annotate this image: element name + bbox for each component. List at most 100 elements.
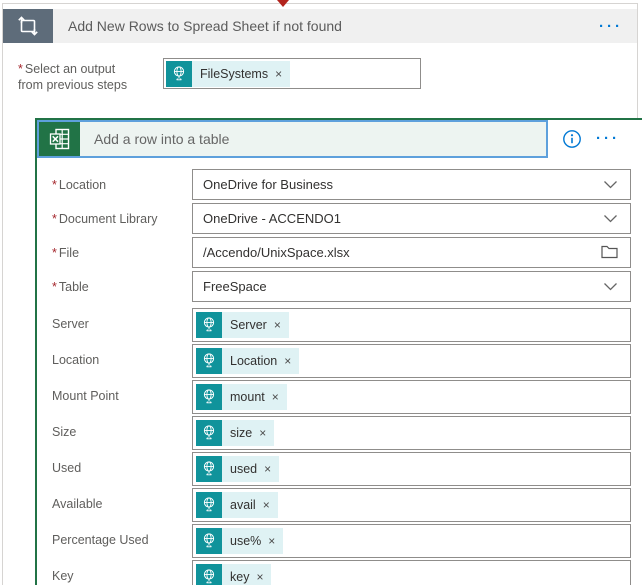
dynamic-content-token[interactable]: FileSystems ×	[166, 60, 291, 87]
dynamic-content-globe-icon	[196, 311, 222, 338]
field-row-document-library: * Document Library OneDrive - ACCENDO1	[52, 202, 631, 234]
excel-menu-button[interactable]: ···	[582, 130, 634, 147]
dynamic-content-globe-icon	[196, 455, 222, 482]
token-chip: Location ×	[222, 347, 300, 374]
info-icon[interactable]	[562, 129, 582, 149]
field-label: * Location	[52, 177, 107, 192]
dropdown-field[interactable]: FreeSpace	[192, 270, 631, 302]
dynamic-content-token[interactable]: key ×	[196, 563, 272, 585]
dynamic-content-globe-icon	[196, 347, 222, 374]
token-chip: use% ×	[222, 527, 284, 554]
loop-icon	[3, 9, 53, 43]
token-remove-icon[interactable]: ×	[272, 391, 279, 403]
field-label: Size	[52, 424, 77, 439]
field-label: Key	[52, 568, 74, 583]
token-remove-icon[interactable]: ×	[256, 571, 263, 583]
token-chip: size ×	[222, 419, 275, 446]
field-row-mount-point: Mount Point mount ×	[52, 379, 631, 414]
token-chip: mount ×	[222, 383, 287, 410]
output-selector-label: * Select an output from previous steps	[18, 62, 128, 93]
output-selector-row: * Select an output from previous steps F…	[18, 58, 637, 94]
token-chip: Server ×	[222, 311, 289, 338]
token-chip: FileSystems ×	[192, 60, 291, 87]
token-remove-icon[interactable]: ×	[275, 68, 282, 80]
token-label: key	[230, 569, 250, 584]
dynamic-content-token[interactable]: size ×	[196, 419, 275, 446]
dynamic-content-globe-icon	[196, 419, 222, 446]
excel-action-parameters: * Location OneDrive for Business * Documen…	[37, 158, 642, 585]
action-title: Add a row into a table	[94, 130, 230, 147]
required-asterisk: *	[52, 177, 57, 192]
field-label: * Table	[52, 279, 89, 294]
action-title-field[interactable]: Add a row into a table	[37, 119, 548, 158]
loop-menu-button[interactable]: ···	[585, 9, 637, 43]
token-label: Location	[230, 353, 278, 368]
flow-designer-canvas: Add New Rows to Spread Sheet if not foun…	[0, 0, 642, 585]
required-asterisk: *	[18, 62, 23, 76]
token-field[interactable]: avail ×	[192, 487, 631, 522]
loop-body: * Select an output from previous steps F…	[3, 43, 642, 585]
dynamic-content-token[interactable]: Location ×	[196, 347, 300, 374]
token-remove-icon[interactable]: ×	[264, 463, 271, 475]
field-row-table: * Table FreeSpace	[52, 270, 631, 302]
excel-action-card: Add a row into a table ··· * Location One…	[35, 117, 642, 585]
token-chip: avail ×	[222, 491, 278, 518]
field-row-key: Key key ×	[52, 559, 631, 585]
token-remove-icon[interactable]: ×	[263, 499, 270, 511]
field-label: Used	[52, 460, 82, 475]
dynamic-content-token[interactable]: avail ×	[196, 491, 278, 518]
file-picker-field[interactable]: /Accendo/UnixSpace.xlsx	[192, 236, 631, 268]
field-row-location: * Location OneDrive for Business	[52, 168, 631, 200]
token-field[interactable]: use% ×	[192, 523, 631, 558]
token-label: FileSystems	[200, 66, 269, 81]
field-row-available: Available avail ×	[52, 487, 631, 522]
field-label: Location	[52, 352, 100, 367]
token-label: mount	[230, 389, 265, 404]
dropdown-field[interactable]: OneDrive for Business	[192, 168, 631, 200]
dynamic-content-token[interactable]: Server ×	[196, 311, 289, 338]
field-row-size: Size size ×	[52, 415, 631, 450]
dynamic-content-token[interactable]: use% ×	[196, 527, 284, 554]
field-label: * File	[52, 245, 80, 260]
token-remove-icon[interactable]: ×	[268, 535, 275, 547]
token-remove-icon[interactable]: ×	[274, 319, 281, 331]
required-asterisk: *	[52, 211, 57, 226]
apply-to-each-header[interactable]: Add New Rows to Spread Sheet if not foun…	[3, 9, 637, 43]
field-label: Available	[52, 496, 103, 511]
loop-title: Add New Rows to Spread Sheet if not foun…	[68, 18, 342, 34]
token-label: use%	[230, 533, 262, 548]
token-label: avail	[230, 497, 256, 512]
required-asterisk: *	[52, 279, 57, 294]
token-label: Server	[230, 317, 267, 332]
field-label: Mount Point	[52, 388, 119, 403]
field-label: Percentage Used	[52, 532, 149, 547]
token-field[interactable]: key ×	[192, 559, 631, 585]
token-field[interactable]: size ×	[192, 415, 631, 450]
dynamic-content-globe-icon	[196, 491, 222, 518]
dynamic-content-globe-icon	[196, 383, 222, 410]
excel-action-header: Add a row into a table ···	[37, 119, 642, 158]
token-remove-icon[interactable]: ×	[284, 355, 291, 367]
dynamic-content-globe-icon	[196, 527, 222, 554]
token-field[interactable]: Location ×	[192, 343, 631, 378]
token-remove-icon[interactable]: ×	[259, 427, 266, 439]
token-field[interactable]: used ×	[192, 451, 631, 486]
field-row-used: Used used ×	[52, 451, 631, 486]
output-input[interactable]: FileSystems ×	[163, 58, 421, 89]
token-field[interactable]: mount ×	[192, 379, 631, 414]
field-row-location: Location Location ×	[52, 343, 631, 378]
dropdown-field[interactable]: OneDrive - ACCENDO1	[192, 202, 631, 234]
token-label: size	[230, 425, 253, 440]
required-asterisk: *	[52, 245, 57, 260]
token-chip: key ×	[222, 563, 272, 585]
chevron-down-icon	[603, 282, 630, 291]
dynamic-content-token[interactable]: used ×	[196, 455, 280, 482]
field-row-server: Server Server ×	[52, 307, 631, 342]
chevron-down-icon	[603, 180, 630, 189]
dynamic-content-token[interactable]: mount ×	[196, 383, 287, 410]
folder-icon[interactable]	[601, 245, 630, 259]
dynamic-content-globe-icon	[196, 563, 222, 585]
dynamic-content-globe-icon	[166, 60, 192, 87]
chevron-down-icon	[603, 214, 630, 223]
token-field[interactable]: Server ×	[192, 307, 631, 342]
